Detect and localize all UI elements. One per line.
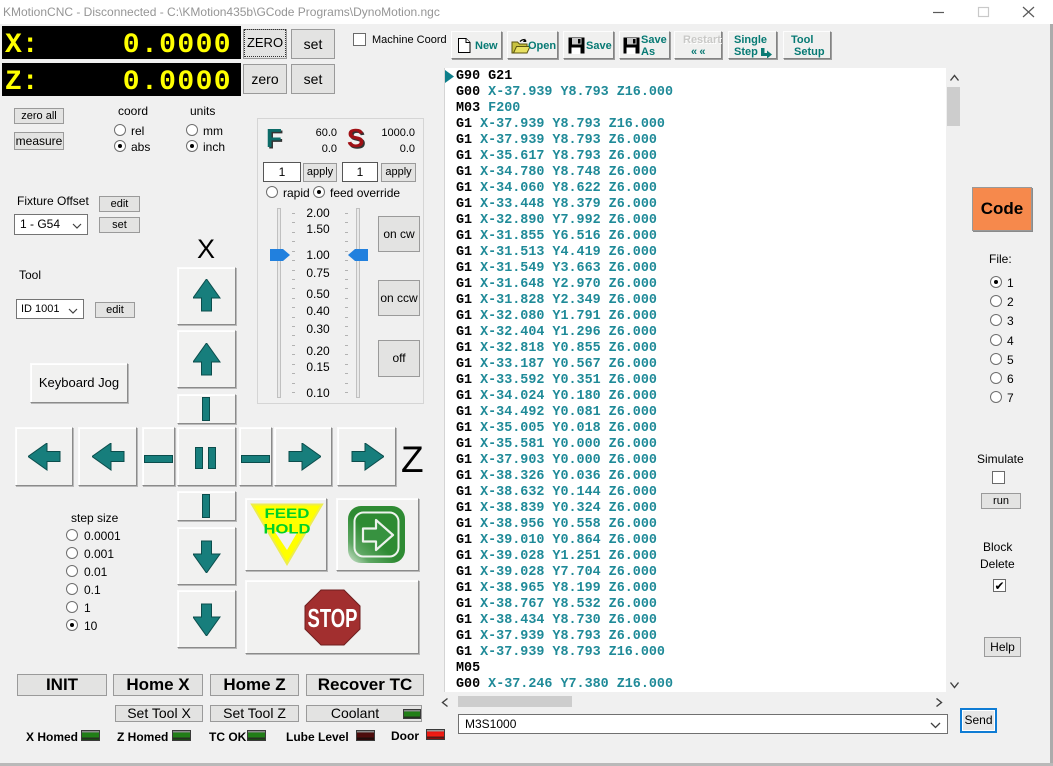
svg-text:STOP: STOP — [308, 603, 358, 633]
svg-text:HOLD: HOLD — [264, 522, 311, 537]
svg-text:FEED: FEED — [265, 506, 310, 521]
